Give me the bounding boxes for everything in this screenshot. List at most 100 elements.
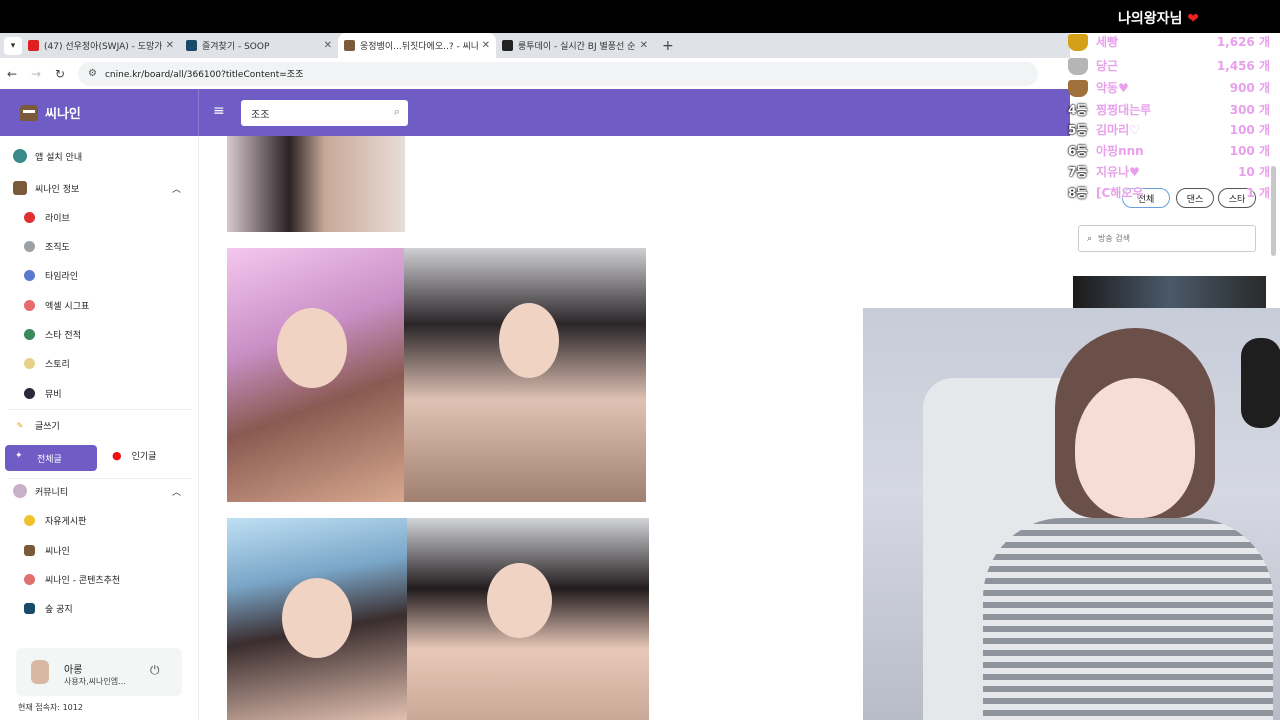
browser-tab-strip: ▾ (47) 선우정아(SWJA) - 도망가 ✕ 즐겨찾기 - SOOP ✕ … <box>0 33 1070 58</box>
sidebar-item-label: 자유게시판 <box>45 516 87 527</box>
sidebar-item-live[interactable]: 라이브 <box>24 208 70 226</box>
browser-tab-cnine[interactable]: 웅정뱅이...뒤짓다에오..? - 씨나 ✕ <box>338 33 496 58</box>
address-bar: ← → ↻ ⚙ cnine.kr/board/all/366100?titleC… <box>0 58 1070 89</box>
calendar-icon <box>24 299 35 311</box>
post-image <box>227 248 404 502</box>
rungtoo-icon <box>502 40 513 51</box>
sidebar-item-write[interactable]: ✎ 글쓰기 <box>13 416 60 434</box>
app-icon <box>13 149 27 163</box>
youtube-icon <box>28 40 39 51</box>
screen: ▾ (47) 선우정아(SWJA) - 도망가 ✕ 즐겨찾기 - SOOP ✕ … <box>0 0 1280 720</box>
search-input[interactable] <box>251 107 381 119</box>
face-shape <box>1075 378 1195 518</box>
tab-popular-posts[interactable]: ● 인기글 <box>112 449 156 462</box>
tab-label: 전체글 <box>37 454 62 465</box>
ranking-row: 8등 [C해오우 1 개 <box>1068 184 1274 204</box>
trophy-icon <box>1068 58 1088 75</box>
avatar[interactable] <box>31 660 49 684</box>
browser-tab-soop[interactable]: 즐겨찾기 - SOOP ✕ <box>180 33 338 58</box>
close-icon[interactable]: ✕ <box>324 40 332 51</box>
chevron-up-icon[interactable]: ︿ <box>172 182 181 195</box>
online-count: 현재 접속자: 1012 <box>18 703 83 712</box>
clock-icon <box>24 269 35 281</box>
logo-text: 씨나인 <box>45 107 81 122</box>
sidebar-item-cnine[interactable]: 씨나인 <box>24 541 70 559</box>
face-shape <box>499 303 559 378</box>
sidebar-item-free-board[interactable]: 자유게시판 <box>24 511 86 529</box>
tab-title: 웅정뱅이...뒤짓다에오..? - 씨나 <box>360 42 478 52</box>
chat-bubble-icon: ✦ <box>15 451 23 461</box>
hamburger-menu-icon[interactable]: ≡ <box>213 103 225 119</box>
ranking-row: 7등 지유나♥ 10 개 <box>1068 163 1274 183</box>
sidebar-section-community[interactable]: 커뮤니티 <box>13 482 68 500</box>
star-icon <box>24 573 35 585</box>
search-icon[interactable]: ⌕ <box>394 105 400 119</box>
sidebar-section-info[interactable]: 씨나인 정보 <box>13 179 79 197</box>
sidebar-item-mv[interactable]: 뮤비 <box>24 384 62 402</box>
tab-all-posts[interactable]: ✦ 전체글 <box>5 445 97 471</box>
sidebar-section-label: 커뮤니티 <box>35 487 69 498</box>
rank-number: 6등 <box>1068 144 1088 158</box>
rank-name: 세빵 <box>1096 35 1119 49</box>
close-icon[interactable]: ✕ <box>640 40 648 51</box>
forward-arrow-icon[interactable]: → <box>24 67 48 81</box>
music-icon <box>24 387 35 399</box>
sidebar: 앱 설치 안내 씨나인 정보 ︿ 라이브 조직도 타임라인 엑셀 시그표 스타 … <box>0 136 199 720</box>
reload-icon[interactable]: ↻ <box>48 67 72 81</box>
rank-value: 300 개 <box>1229 103 1270 117</box>
live-icon <box>24 211 35 223</box>
broadcast-thumbnail[interactable] <box>1073 276 1266 308</box>
sidebar-item-org-chart[interactable]: 조직도 <box>24 237 70 255</box>
close-icon[interactable]: ✕ <box>166 40 174 51</box>
browser-tab-youtube[interactable]: (47) 선우정아(SWJA) - 도망가 ✕ <box>22 33 180 58</box>
mascot-icon <box>20 104 38 121</box>
divider <box>8 409 192 410</box>
url-field[interactable]: ⚙ cnine.kr/board/all/366100?titleContent… <box>78 61 1038 86</box>
sidebar-item-label: 뮤비 <box>45 389 62 400</box>
sidebar-section-label: 씨나인 정보 <box>35 184 80 195</box>
sidebar-item-timeline[interactable]: 타임라인 <box>24 266 78 284</box>
site-settings-icon[interactable]: ⚙ <box>88 68 97 79</box>
shield-icon <box>24 328 35 340</box>
sidebar-item-excel[interactable]: 엑셀 시그표 <box>24 296 89 314</box>
rank-number: 8등 <box>1068 186 1088 200</box>
ranking-row: 악동♥ 900 개 <box>1068 79 1274 99</box>
user-role: 사용자,씨나인엠... <box>64 677 126 686</box>
pencil-icon: ✎ <box>16 420 24 430</box>
browser-tab-rungtoo[interactable]: 룽투데이 - 실시간 BJ 별풍선 순 ✕ <box>496 33 654 58</box>
close-icon[interactable]: ✕ <box>482 40 490 51</box>
heart-icon: ❤ <box>1187 11 1200 27</box>
tab-title: (47) 선우정아(SWJA) - 도망가 <box>44 42 162 52</box>
sidebar-item-story[interactable]: 스토리 <box>24 354 70 372</box>
sidebar-item-label: 타임라인 <box>45 271 79 282</box>
chevron-up-icon[interactable]: ︿ <box>172 485 181 498</box>
sidebar-item-app-install[interactable]: 앱 설치 안내 <box>13 147 82 165</box>
trophy-icon <box>1068 34 1088 51</box>
post-image <box>227 136 405 232</box>
back-arrow-icon[interactable]: ← <box>0 67 24 81</box>
site-search-box: ⌕ <box>241 100 408 126</box>
tab-title: 룽투데이 - 실시간 BJ 별풍선 순 <box>518 42 636 52</box>
ranking-row: 당근 1,456 개 <box>1068 57 1274 77</box>
trophy-icon <box>1068 80 1088 97</box>
rank-name: 당근 <box>1096 59 1119 73</box>
sidebar-item-label: 라이브 <box>45 213 70 224</box>
post-image <box>404 248 646 502</box>
search-icon: ⌕ <box>1087 233 1093 244</box>
broadcast-search-input[interactable] <box>1098 234 1239 243</box>
site-logo[interactable]: 씨나인 <box>0 89 199 136</box>
sidebar-item-soop-notice[interactable]: 숲 공지 <box>24 599 73 617</box>
sidebar-item-label: 스타 전적 <box>45 330 81 341</box>
sidebar-item-star-record[interactable]: 스타 전적 <box>24 325 81 343</box>
mascot-icon <box>13 181 27 195</box>
post-image <box>227 518 407 720</box>
sidebar-item-recommend[interactable]: 씨나인 - 콘텐츠추천 <box>24 570 120 588</box>
top-black-band <box>0 0 1280 33</box>
rank-name: 김마리♡ <box>1096 123 1140 137</box>
ranking-row: 세빵 1,626 개 <box>1068 33 1274 53</box>
tab-search-chevron-icon[interactable]: ▾ <box>4 36 22 55</box>
cnine-mascot-icon <box>344 40 355 51</box>
new-tab-plus-icon[interactable]: + <box>662 38 674 54</box>
power-icon[interactable]: ⏻ <box>150 663 160 678</box>
rank-number: 5등 <box>1068 123 1088 137</box>
